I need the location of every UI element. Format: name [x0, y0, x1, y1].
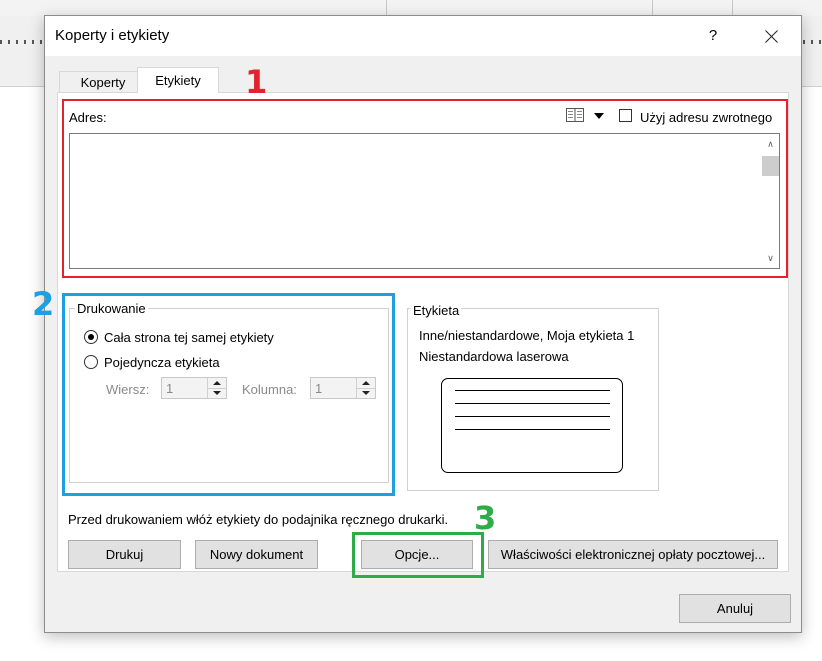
- annotation-box-address: [62, 99, 788, 278]
- print-button[interactable]: Drukuj: [68, 540, 181, 569]
- close-icon[interactable]: [753, 22, 791, 50]
- background-separator: [732, 0, 733, 16]
- tab-envelopes-label: Koperty: [80, 75, 126, 90]
- annotation-box-options: [352, 532, 484, 578]
- cancel-button[interactable]: Anuluj: [679, 594, 791, 623]
- annotation-number-2: 2: [32, 285, 55, 323]
- label-preview[interactable]: [441, 378, 623, 473]
- postage-properties-button[interactable]: Właściwości elektronicznej opłaty poczto…: [488, 540, 778, 569]
- label-group-title: Etykieta: [411, 303, 462, 318]
- background-ruler-marks: [0, 40, 44, 44]
- annotation-box-printing: [62, 293, 395, 496]
- dialog-title: Koperty i etykiety: [55, 27, 170, 44]
- tab-labels[interactable]: Etykiety: [137, 67, 219, 93]
- new-document-button[interactable]: Nowy dokument: [195, 540, 318, 569]
- printer-hint: Przed drukowaniem włóż etykiety do podaj…: [68, 512, 449, 527]
- annotation-number-3: 3: [474, 499, 497, 537]
- tab-labels-label: Etykiety: [155, 73, 201, 88]
- tab-envelopes[interactable]: Koperty: [59, 71, 147, 93]
- preview-line: [455, 390, 610, 391]
- help-button[interactable]: ?: [697, 24, 729, 48]
- background-separator: [652, 0, 653, 16]
- preview-line: [455, 429, 610, 430]
- label-name: Inne/niestandardowe, Moja etykieta 1: [419, 328, 635, 343]
- preview-line: [455, 403, 610, 404]
- annotation-number-1: 1: [245, 63, 268, 101]
- preview-line: [455, 416, 610, 417]
- dialog-titlebar: Koperty i etykiety ?: [45, 16, 801, 56]
- background-ruler-marks: [803, 40, 822, 44]
- label-type: Niestandardowa laserowa: [419, 349, 569, 364]
- background-separator: [386, 0, 387, 16]
